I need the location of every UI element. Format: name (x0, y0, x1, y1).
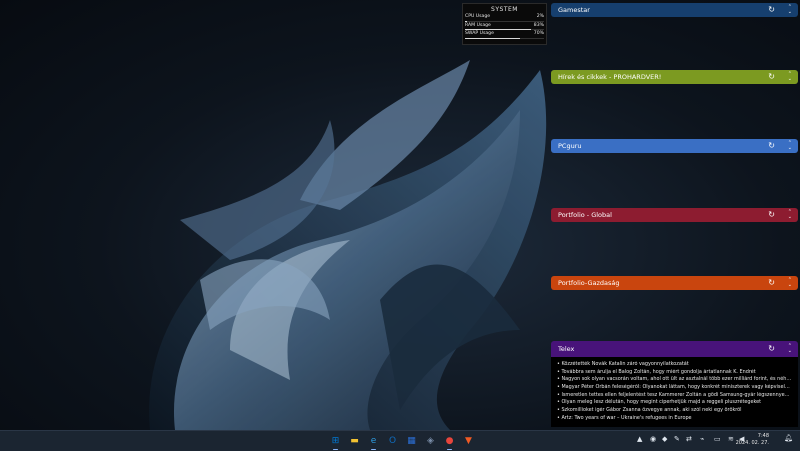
clock-date: 2024. 02. 27. (735, 440, 769, 446)
feed-portfolio-gazdasag[interactable]: Portfolio-Gazdaság ↻ ⌃ ⌄ (551, 276, 798, 290)
news-item[interactable]: • Magyar Péter Orbán feleségéről: Olyano… (557, 384, 792, 392)
feed-title[interactable]: Telex (558, 345, 574, 353)
tray-wifi-icon[interactable]: ≋ (728, 435, 734, 443)
feed-telex[interactable]: Telex ↻ ⌃ ⌄ (551, 341, 798, 357)
feed-title[interactable]: Portfolio-Gazdaság (558, 279, 619, 287)
collapse-toggle-icon[interactable]: ⌃ ⌄ (788, 344, 792, 354)
news-item[interactable]: • Közzétették Novák Katalin záró vagyonn… (557, 361, 792, 369)
feed-title[interactable]: Hírek és cikkek - PROHARDVER! (558, 73, 661, 81)
tray-shield-icon[interactable]: ◆ (662, 435, 667, 443)
tray-sync-icon[interactable]: ⇄ (686, 435, 692, 443)
clock-time: 7:48 (757, 433, 769, 439)
collapse-toggle-icon[interactable]: ⌃ ⌄ (788, 5, 792, 15)
cpu-usage-value: 2% (536, 14, 544, 19)
tray-app-icon[interactable]: ◉ (650, 435, 656, 443)
swap-usage-bar (465, 37, 544, 39)
news-item[interactable]: • Szkomillioket igér Gábor Zsanna özvegy… (557, 407, 792, 415)
explorer-icon[interactable]: ◈ (424, 434, 437, 447)
news-item[interactable]: • Nagyon sok olyan vacsorán voltam, ahol… (557, 376, 792, 384)
swap-usage-value: 70% (533, 31, 544, 37)
refresh-icon[interactable]: ↻ (768, 141, 775, 150)
collapse-toggle-icon[interactable]: ⌃ ⌄ (788, 278, 792, 288)
cpu-usage-row: CPU Usage 2% (463, 13, 546, 22)
system-clock[interactable]: 7:48 2024. 02. 27. (736, 433, 769, 447)
feed-title[interactable]: PCguru (558, 142, 582, 150)
ram-usage-value: 83% (533, 22, 544, 28)
feed-title[interactable]: Gamestar (558, 6, 590, 14)
system-monitor-widget: SYSTEM CPU Usage 2% RAM Usage 83% SWAP U… (462, 3, 547, 45)
brave-icon[interactable]: ▼ (462, 434, 475, 447)
start-icon[interactable]: ⊞ (329, 434, 342, 447)
news-item[interactable]: • Továbbra sem árulja el Balog Zoltán, h… (557, 369, 792, 377)
tray-display-icon[interactable]: ▭ (714, 435, 721, 443)
news-item[interactable]: • Artz: Two years of war – Ukraine's ref… (557, 415, 792, 423)
collapse-toggle-icon[interactable]: ⌃ ⌄ (788, 141, 792, 151)
swap-usage-label: SWAP Usage (465, 31, 494, 37)
swap-usage-row: SWAP Usage 70% (463, 30, 546, 39)
refresh-icon[interactable]: ↻ (768, 210, 775, 219)
notification-bell-icon[interactable]: 🔔︎ (784, 434, 793, 442)
tray-network-icon[interactable]: ⌁ (700, 435, 704, 443)
cpu-usage-label: CPU Usage (465, 14, 491, 19)
collapse-toggle-icon[interactable]: ⌃ ⌄ (788, 72, 792, 82)
tray-edit-icon[interactable]: ✎ (674, 435, 680, 443)
refresh-icon[interactable]: ↻ (768, 278, 775, 287)
feed-pcguru[interactable]: PCguru ↻ ⌃ ⌄ (551, 139, 798, 153)
outlook-icon[interactable]: O (386, 434, 399, 447)
ram-usage-label: RAM Usage (465, 22, 491, 28)
file-explorer-icon[interactable]: ▬ (348, 434, 361, 447)
refresh-icon[interactable]: ↻ (768, 72, 775, 81)
edge-browser-icon[interactable]: e (367, 434, 380, 447)
feed-title[interactable]: Portfolio - Global (558, 211, 612, 219)
refresh-icon[interactable]: ↻ (768, 344, 775, 353)
tray-drop-icon[interactable]: ▲ (637, 435, 642, 443)
feed-prohardver[interactable]: Hírek és cikkek - PROHARDVER! ↻ ⌃ ⌄ (551, 70, 798, 84)
system-monitor-title: SYSTEM (491, 6, 518, 13)
telex-news-list: • Közzétették Novák Katalin záró vagyonn… (551, 357, 798, 427)
feed-portfolio-global[interactable]: Portfolio - Global ↻ ⌃ ⌄ (551, 208, 798, 222)
refresh-icon[interactable]: ↻ (768, 5, 775, 14)
ram-usage-row: RAM Usage 83% (463, 22, 546, 31)
news-item[interactable]: • Olyan meleg lesz délután, hogy megint … (557, 399, 792, 407)
news-item[interactable]: • Ismeretlen tettes ellen feljelentést t… (557, 392, 792, 400)
chrome-icon[interactable]: ● (443, 434, 456, 447)
collapse-toggle-icon[interactable]: ⌃ ⌄ (788, 210, 792, 220)
store-icon[interactable]: ▦ (405, 434, 418, 447)
feed-gamestar[interactable]: Gamestar ↻ ⌃ ⌄ (551, 3, 798, 17)
taskbar: ⊞ ▬ e O ▦ ◈ ● ▼ ▲ ◉ ◆ ✎ ⇄ ⌁ ▭ ≋ ◀ 7:48 2… (0, 430, 800, 451)
